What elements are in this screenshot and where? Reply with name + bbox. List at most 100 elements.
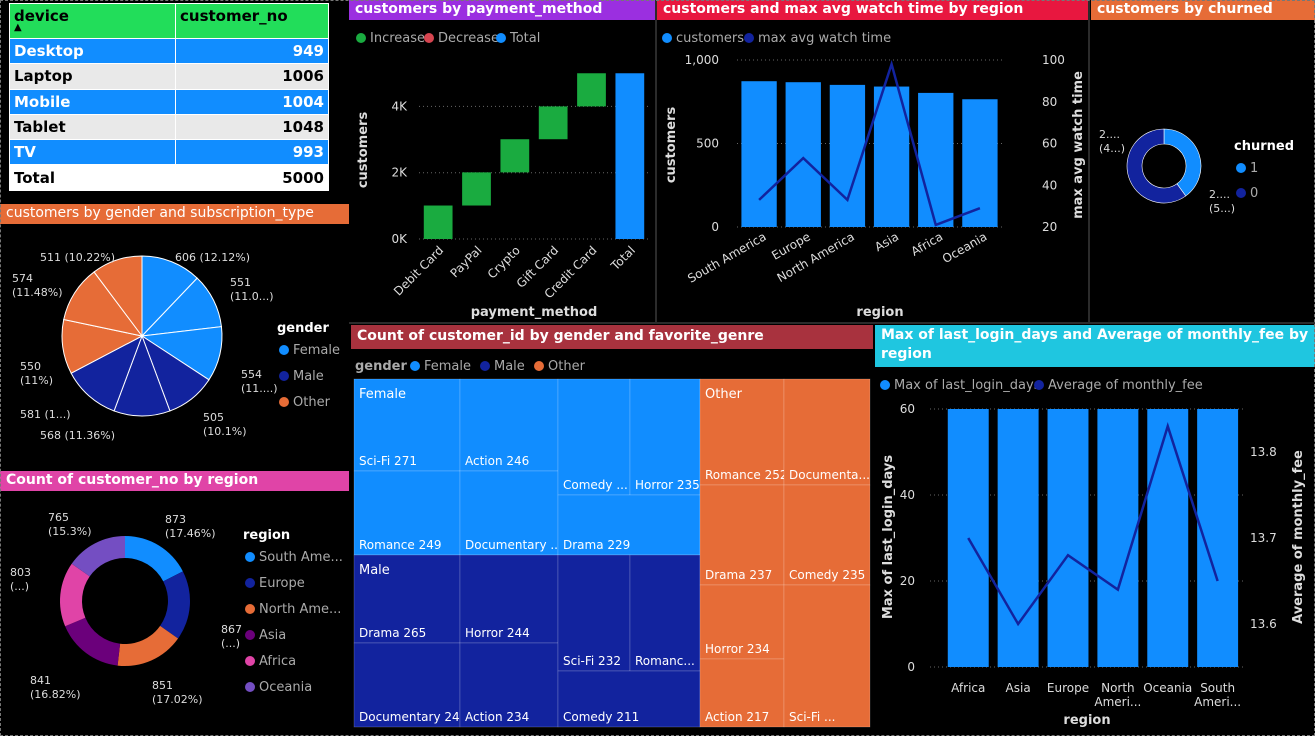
churned-donut-chart[interactable]: 2....(4...)2....(5...)churned10 (1091, 20, 1315, 322)
y-axis-title: customers (356, 112, 371, 189)
payment-waterfall-chart[interactable]: Increase Decrease Total 0K 2K 4K Debit Card Pay… (349, 20, 655, 322)
legend-label: North Ame... (259, 602, 341, 617)
legend-label: Male (293, 369, 324, 384)
legend-dot (356, 33, 366, 43)
treemap-cell-label: Romance 252 (705, 468, 788, 482)
y2-tick-label: 80 (1042, 95, 1057, 109)
data-label: 568 (11.36%) (40, 429, 115, 442)
legend-label: customers (676, 31, 744, 46)
y-tick-label: 2K (391, 166, 408, 180)
x-tick-label: Asia (872, 229, 901, 254)
treemap-cell (783, 584, 871, 728)
y2-axis-title: max avg watch time (1071, 71, 1086, 219)
table-row[interactable]: Tablet 1048 (9, 113, 329, 141)
legend-label: Female (293, 343, 340, 358)
treemap-title: Count of customer_id by gender and favor… (351, 325, 873, 349)
treemap-cell-label: Documentary ... (465, 538, 562, 552)
data-label: 550 (20, 360, 41, 373)
legend-label: Increase (370, 31, 425, 46)
legend-label: Africa (259, 654, 296, 669)
data-label: (11.48%) (12, 286, 63, 299)
table-row[interactable]: Laptop 1006 (9, 63, 329, 90)
legend-label: Other (293, 395, 331, 410)
bar (741, 81, 777, 227)
bar (997, 409, 1039, 667)
treemap-cell-label: Sci-Fi ... (789, 710, 836, 724)
x-tick-label: Europe (1047, 681, 1089, 695)
cell-value: 1006 (175, 63, 329, 90)
gender-sub-panel[interactable]: customers by gender and subscription_typ… (0, 204, 349, 466)
payment-chart-panel[interactable]: customers by payment_method Increase Decr… (349, 0, 655, 322)
treemap-cell-label: Horror 244 (465, 626, 530, 640)
x-tick-label: Oceania (1143, 681, 1192, 695)
divider (1088, 0, 1090, 322)
data-label: 765 (48, 511, 69, 524)
cell-value: 993 (175, 139, 329, 166)
treemap-cell-label: Romance 249 (359, 538, 442, 552)
legend-label: Average of monthly_fee (1048, 378, 1203, 393)
region-count-donut-chart[interactable]: 873(17.46%)867(...)851(17.02%)841(16.82%… (0, 491, 349, 736)
bar (785, 82, 821, 227)
table-row[interactable]: Mobile 1004 (9, 88, 329, 115)
data-label: (4...) (1099, 142, 1125, 155)
legend-title: churned (1234, 139, 1294, 154)
genre-treemap-chart[interactable]: gender Female Male Other Sci-Fi 271 Romance 2… (351, 349, 873, 736)
region-count-panel[interactable]: Count of customer_no by region 873 (17.46… (0, 469, 349, 736)
legend-label: Other (548, 359, 586, 374)
legend-dot (245, 682, 255, 692)
treemap-cell-label: Comedy 211 (563, 710, 639, 724)
table-row[interactable]: Desktop 949 (9, 37, 329, 65)
y2-axis-title: Average of monthly_fee (1291, 450, 1306, 624)
x-tick-label: Asia (1006, 681, 1031, 695)
y2-tick-label: 60 (1042, 137, 1057, 151)
data-label: 551 (230, 276, 251, 289)
y2-tick-label: 20 (1042, 220, 1057, 234)
legend-dot (534, 361, 544, 371)
treemap-cell-label: Horror 234 (705, 642, 770, 656)
churned-panel[interactable]: customers by churned 2.... (4...) 2.... (5.… (1091, 0, 1315, 322)
device-table: device ▲ customer_no Desktop 949 Laptop 100… (9, 3, 329, 191)
login-fee-panel[interactable]: Max of last_login_days and Average of mo… (875, 325, 1315, 736)
data-label: (17.46%) (165, 527, 216, 540)
legend-dot (245, 578, 255, 588)
table-row[interactable]: TV 993 (9, 139, 329, 166)
legend-dot (1236, 188, 1246, 198)
waterfall-bar (423, 205, 453, 239)
region-watch-chart[interactable]: customers max avg watch time 0 500 1,000 20 40… (657, 20, 1088, 322)
waterfall-bar (462, 172, 491, 206)
treemap-cell-label: Comedy ... (563, 478, 628, 492)
data-label: (17.02%) (152, 693, 203, 706)
x-tick-label: Crypto (485, 243, 523, 281)
login-fee-chart[interactable]: Max of last_login_days Average of monthly… (875, 367, 1315, 736)
data-label: 873 (165, 513, 186, 526)
data-label: 851 (152, 679, 173, 692)
data-label: 554 (241, 368, 262, 381)
region-watch-panel[interactable]: customers and max avg watch time by regi… (657, 0, 1088, 322)
legend-label: Female (424, 359, 471, 374)
treemap-group-label: Female (359, 387, 406, 402)
legend-label: Total (509, 31, 540, 46)
legend-title: gender (277, 321, 330, 336)
header-customer-no[interactable]: customer_no (175, 3, 329, 39)
treemap-cell-label: Horror 235 (635, 478, 700, 492)
treemap-cell-label: Sci-Fi 271 (359, 454, 417, 468)
data-label: 2.... (1099, 128, 1120, 141)
treemap-cell-label: Romanc... (635, 654, 695, 668)
cell-device: Mobile (9, 88, 176, 115)
sort-arrow-icon[interactable]: ▲ (14, 23, 171, 33)
header-device[interactable]: device ▲ (9, 3, 176, 39)
treemap-panel[interactable]: Count of customer_id by gender and favor… (351, 325, 873, 736)
data-label: 505 (203, 411, 224, 424)
x-tick-label: North America (775, 229, 857, 285)
x-tick-label: Ameri... (1194, 695, 1241, 709)
region-count-title: Count of customer_no by region (0, 471, 349, 491)
y-tick-label: 60 (900, 402, 915, 416)
legend-dot (744, 33, 754, 43)
cell-value: 1048 (175, 113, 329, 141)
x-tick-label: Total (608, 243, 638, 273)
legend-title: gender (355, 359, 408, 374)
bar (1147, 409, 1189, 667)
legend-dot (279, 371, 289, 381)
device-table-panel: device ▲ customer_no Desktop 949 Laptop 100… (0, 0, 340, 200)
gender-sub-pie-chart[interactable]: 606 (12.12%)551(11.0...)554(11....)505(1… (0, 224, 349, 466)
